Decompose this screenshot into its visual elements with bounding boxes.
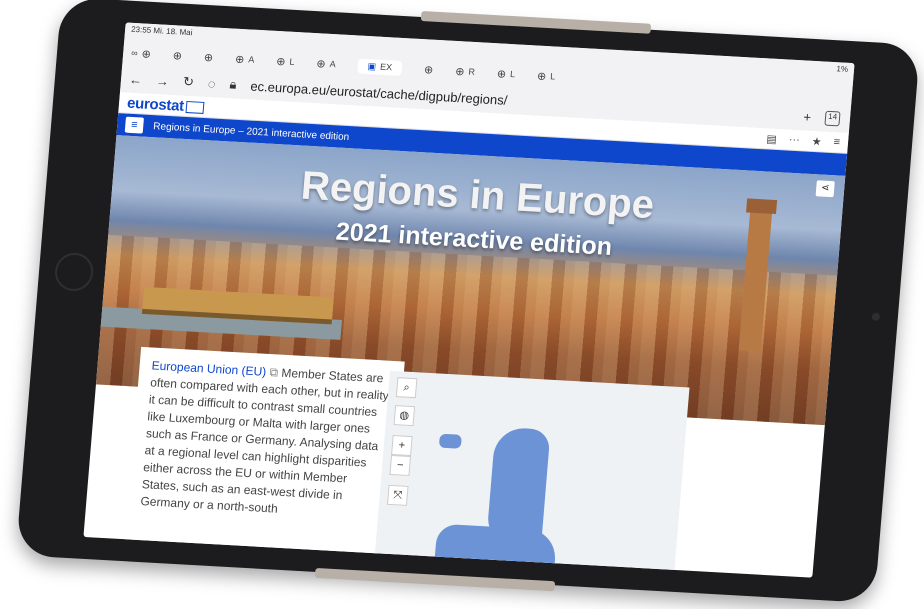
fullscreen-icon[interactable]: ⤧	[386, 484, 409, 506]
star-icon[interactable]: ★	[811, 134, 822, 148]
tablet-case-clip-top	[420, 10, 652, 34]
search-icon[interactable]: ⌕	[395, 377, 418, 399]
hamburger-menu-button[interactable]: ≡	[124, 116, 144, 134]
tab-globe-3[interactable]: ⊕	[424, 63, 434, 76]
tab-globe-2[interactable]: ⊕	[203, 50, 213, 63]
tab-globe-1[interactable]: ⊕	[172, 49, 182, 62]
reader-icon[interactable]: ▤	[766, 132, 777, 146]
map-region-continent[interactable]	[432, 523, 558, 578]
zoom-out-button[interactable]: −	[389, 454, 412, 477]
globe-icon: ⊕	[315, 57, 327, 71]
shield-icon: ◌	[207, 75, 217, 92]
tab-item[interactable]: ⊕ A	[235, 52, 255, 66]
infinity-icon: ∞	[130, 47, 139, 59]
tab-item-active[interactable]: ▣ EX	[357, 57, 403, 76]
camera-icon	[871, 312, 881, 322]
tab-item[interactable]: ⊕ L	[276, 54, 295, 68]
tab-item[interactable]: ⊕ L	[496, 67, 515, 81]
globe-icon: ⊕	[141, 47, 152, 61]
back-icon[interactable]: ←	[128, 71, 142, 87]
globe-icon: ⊕	[536, 70, 547, 83]
share-button[interactable]: ⋖	[815, 180, 835, 198]
reload-icon[interactable]: ↻	[182, 74, 194, 91]
globe-icon: ⊕	[172, 49, 183, 63]
tablet-case-clip-bottom	[314, 567, 556, 592]
globe-icon: ⊕	[454, 65, 465, 78]
interactive-map[interactable]: ⌕ ◍ + − ⤧	[373, 370, 690, 578]
tablet-screen: 23:55 Mi. 18. Mai 1% ∞ ⊕ ⊕ ⊕ ⊕ A ⊕ L ⊕ A ▣ EX…	[83, 22, 855, 578]
globe-icon: ⊕	[275, 55, 286, 68]
zoom-in-button[interactable]: +	[391, 435, 413, 457]
eu-flag-icon	[185, 100, 205, 114]
eurostat-logo[interactable]: eurostat	[126, 94, 205, 115]
external-link-icon: ⧉	[269, 365, 279, 380]
hero-banner: Regions in Europe 2021 interactive editi…	[95, 135, 846, 578]
home-button[interactable]	[53, 251, 95, 292]
globe-icon: ⊕	[234, 53, 245, 66]
intro-paragraph: Member States are often compared with ea…	[139, 365, 390, 516]
forward-icon[interactable]: →	[155, 73, 169, 89]
map-region-iceland[interactable]	[438, 433, 462, 449]
tab-item[interactable]: ⊕ R	[455, 64, 476, 78]
intro-text-card: European Union (EU) ⧉ Member States are …	[123, 346, 405, 571]
globe-icon: ⊕	[203, 51, 214, 64]
tab-item[interactable]: ⊕ L	[537, 69, 556, 83]
tab-count-badge[interactable]: 14	[824, 110, 841, 126]
globe-icon[interactable]: ◍	[393, 405, 416, 427]
tablet-device: 23:55 Mi. 18. Mai 1% ∞ ⊕ ⊕ ⊕ ⊕ A ⊕ L ⊕ A ▣ EX…	[15, 0, 921, 604]
tab-item[interactable]: ⊕ A	[316, 57, 336, 71]
lock-icon: 🔒︎	[229, 76, 238, 92]
more-icon[interactable]: ···	[788, 133, 800, 147]
tab-private[interactable]: ∞ ⊕	[130, 46, 152, 61]
battery-indicator: 1%	[836, 64, 849, 74]
globe-icon: ⊕	[496, 67, 507, 81]
globe-icon: ⊕	[423, 63, 434, 77]
new-tab-icon[interactable]: +	[803, 109, 812, 124]
menu-icon[interactable]: ≡	[833, 136, 840, 149]
status-time: 23:55 Mi. 18. Mai	[130, 24, 193, 38]
eu-flag-icon: ▣	[367, 60, 377, 71]
